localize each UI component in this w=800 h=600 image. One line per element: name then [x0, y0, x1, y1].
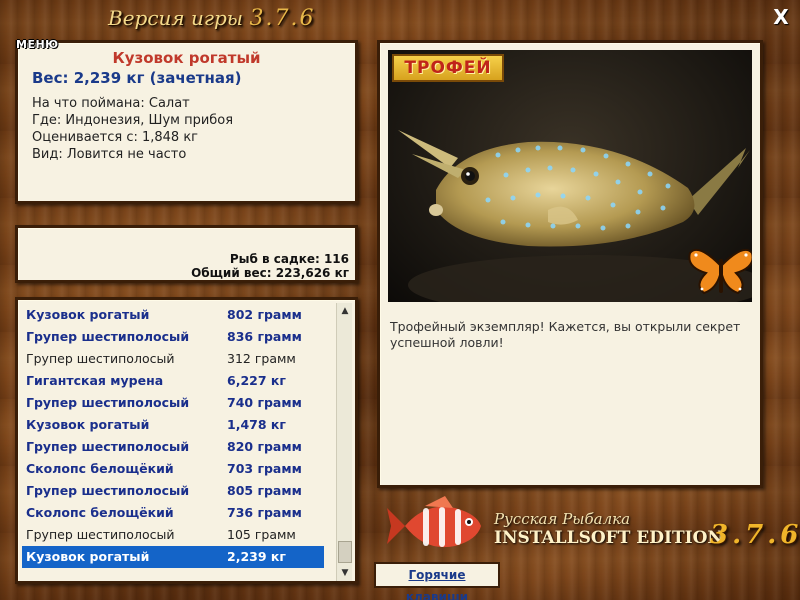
scroll-up-arrow-icon[interactable]: ▲: [337, 303, 353, 319]
brand-version: 3.7.6: [710, 520, 800, 550]
catch-rows: Кузовок рогатый 802 грамм Групер шестиполо…: [22, 304, 355, 568]
close-button[interactable]: X: [770, 6, 792, 28]
list-item[interactable]: Сколопс белощёкий 703 грамм: [22, 458, 324, 480]
cage-panel: Рыб в садке: 116 Общий вес: 223,626 кг: [15, 225, 358, 283]
list-item[interactable]: Групер шестиполосый 740 грамм: [22, 392, 324, 414]
list-item-weight: 703 грамм: [227, 461, 302, 476]
fish-valued: Оценивается с: 1,848 кг: [32, 130, 199, 145]
scroll-thumb[interactable]: [338, 541, 352, 563]
list-scrollbar[interactable]: ▲ ▼: [336, 303, 352, 581]
list-item-weight: 836 грамм: [227, 329, 302, 344]
fish-info-panel: Кузовок рогатый Вес: 2,239 кг (зачетная)…: [15, 40, 358, 204]
trophy-badge: ТРОФЕЙ: [392, 54, 504, 82]
list-item-name: Групер шестиполосый: [26, 351, 175, 366]
list-item-name: Кузовок рогатый: [26, 417, 150, 432]
list-item[interactable]: Гигантская мурена 6,227 кг: [22, 370, 324, 392]
list-item[interactable]: Кузовок рогатый 2,239 кг: [22, 546, 324, 568]
list-item-name: Групер шестиполосый: [26, 439, 190, 454]
list-item-name: Групер шестиполосый: [26, 395, 190, 410]
brand-edition: INSTALLSOFT EDITION: [494, 528, 723, 548]
fish-photo: ТРОФЕЙ: [388, 50, 752, 302]
close-icon: X: [773, 5, 789, 29]
list-item-name: Кузовок рогатый: [26, 307, 150, 322]
menu-button[interactable]: МЕНЮ: [16, 38, 59, 51]
list-item[interactable]: Групер шестиполосый 836 грамм: [22, 326, 324, 348]
brand-title: Русская Рыбалка: [494, 510, 631, 528]
catch-list: Кузовок рогатый 802 грамм Групер шестиполо…: [15, 297, 358, 584]
brand-fish-logo-icon: [387, 496, 481, 548]
list-item-weight: 802 грамм: [227, 307, 302, 322]
fish-bait: На что поймана: Салат: [32, 96, 190, 111]
list-item-name: Групер шестиполосый: [26, 329, 190, 344]
photo-panel: ТРОФЕЙ Трофейный экземпляр! Кажется, вы …: [377, 40, 763, 488]
list-item[interactable]: Групер шестиполосый 820 грамм: [22, 436, 324, 458]
cage-count: Рыб в садке: 116: [229, 252, 349, 266]
list-item-weight: 805 грамм: [227, 483, 302, 498]
list-item[interactable]: Групер шестиполосый 312 грамм: [22, 348, 324, 370]
fish-weight: Вес: 2,239 кг (зачетная): [32, 69, 242, 87]
window-title: Версия игры 3.7.6: [108, 6, 315, 31]
title-version: 3.7.6: [249, 6, 316, 31]
fish-location: Где: Индонезия, Шум прибоя: [32, 113, 234, 128]
list-item[interactable]: Сколопс белощёкий 736 грамм: [22, 502, 324, 524]
scroll-down-arrow-icon[interactable]: ▼: [337, 565, 353, 581]
list-item-name: Сколопс белощёкий: [26, 505, 174, 520]
list-item-weight: 820 грамм: [227, 439, 302, 454]
cage-stats: Рыб в садке: 116 Общий вес: 223,626 кг: [191, 252, 349, 280]
list-item-name: Гигантская мурена: [26, 373, 164, 388]
hotkeys-button[interactable]: Горячие клавиши: [374, 562, 500, 600]
list-item-name: Групер шестиполосый: [26, 527, 175, 542]
photo-description: Трофейный экземпляр! Кажется, вы открыли…: [390, 319, 741, 350]
cage-total-weight: Общий вес: 223,626 кг: [191, 266, 349, 280]
list-item-name: Групер шестиполосый: [26, 483, 190, 498]
list-item[interactable]: Групер шестиполосый 805 грамм: [22, 480, 324, 502]
list-item-weight: 736 грамм: [227, 505, 302, 520]
list-item-weight: 1,478 кг: [227, 417, 286, 432]
list-item[interactable]: Групер шестиполосый 105 грамм: [22, 524, 324, 546]
list-item-name: Кузовок рогатый: [26, 549, 150, 564]
list-item[interactable]: Кузовок рогатый 802 грамм: [22, 304, 324, 326]
list-item-name: Сколопс белощёкий: [26, 461, 174, 476]
fish-name: Кузовок рогатый: [112, 49, 261, 67]
title-prefix: Версия игры: [108, 6, 244, 30]
list-item-weight: 312 грамм: [227, 351, 296, 366]
list-item-weight: 2,239 кг: [227, 549, 286, 564]
list-item-weight: 740 грамм: [227, 395, 302, 410]
boxfish-illustration-icon: [398, 130, 752, 302]
list-item-weight: 6,227 кг: [227, 373, 286, 388]
list-item[interactable]: Кузовок рогатый 1,478 кг: [22, 414, 324, 436]
list-item-weight: 105 грамм: [227, 527, 296, 542]
fish-type: Вид: Ловится не часто: [32, 147, 187, 162]
